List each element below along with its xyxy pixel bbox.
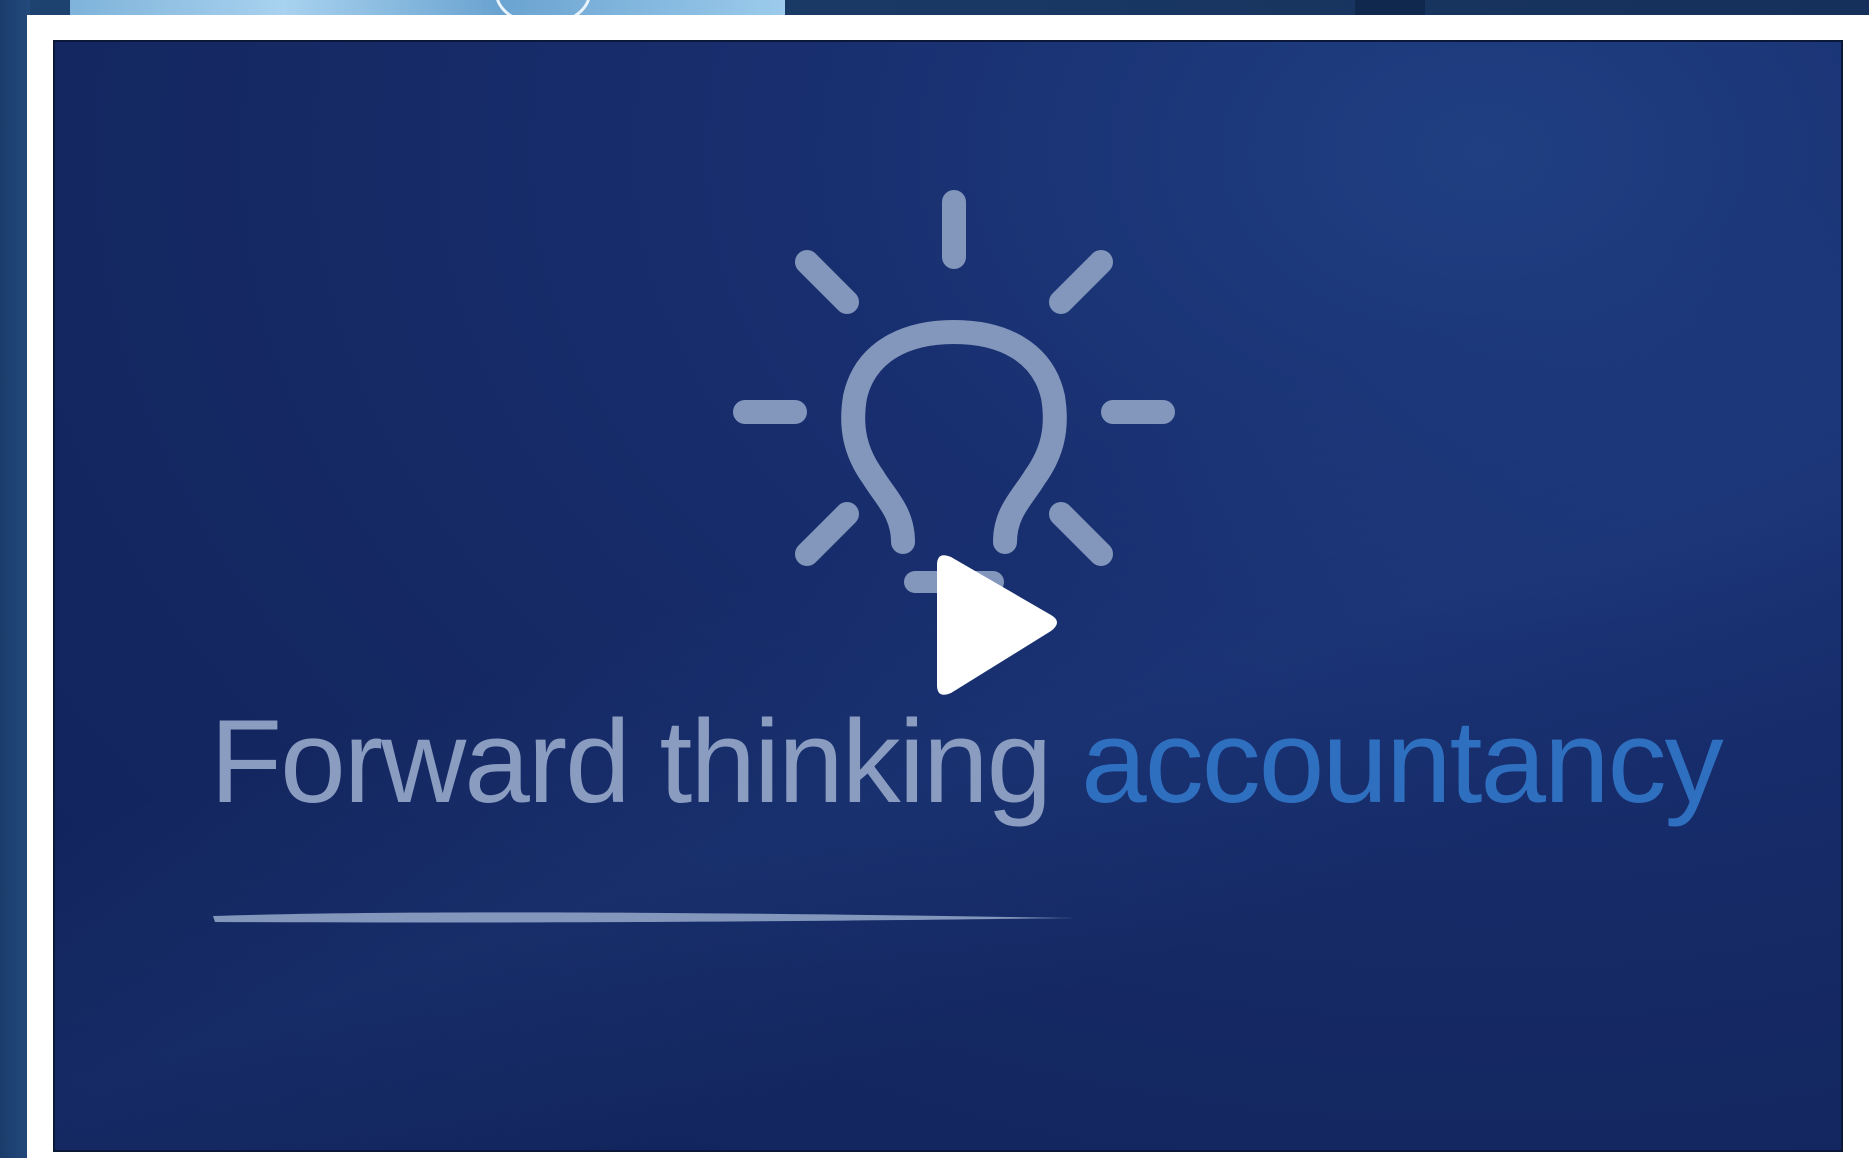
- video-headline: Forward thinking accountancy: [210, 692, 1724, 834]
- background-edge: [0, 0, 30, 1158]
- video-player[interactable]: Forward thinking accountancy: [53, 40, 1843, 1152]
- headline-accent-text: accountancy: [1081, 696, 1724, 828]
- brush-underline: [213, 912, 1075, 923]
- headline-text: Forward thinking: [210, 696, 1052, 828]
- play-icon[interactable]: [915, 547, 1065, 707]
- page: Forward thinking accountancy: [0, 0, 1869, 1158]
